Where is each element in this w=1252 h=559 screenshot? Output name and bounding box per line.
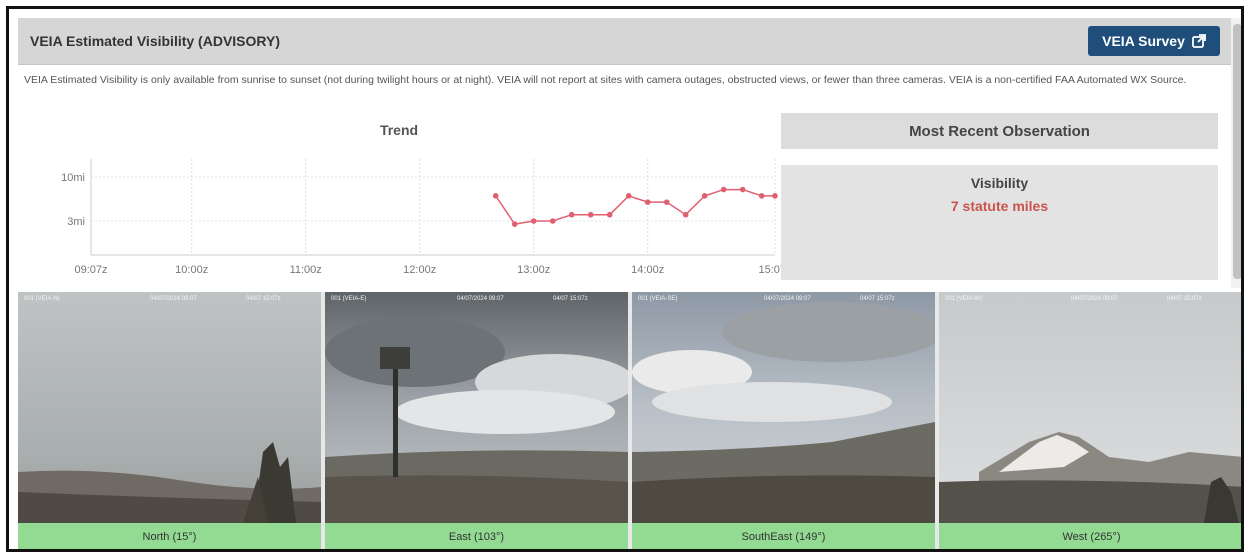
camera-east[interactable]: 001 (VEIA-E) 04/07/2024 09:07 04/07 15:0…	[325, 292, 628, 549]
scrollbar-thumb[interactable]	[1233, 24, 1241, 279]
camera-overlay-right: 04/07 15:07z	[860, 296, 895, 302]
camera-caption: West (265°)	[939, 523, 1241, 549]
camera-overlay-mid: 04/07/2024 09:07	[764, 296, 811, 302]
availability-notice: VEIA Estimated Visibility is only availa…	[24, 74, 1187, 86]
camera-overlay-mid: 04/07/2024 09:07	[150, 296, 197, 302]
x-tick-label: 09:07z	[74, 264, 107, 276]
trend-series-line	[495, 188, 775, 225]
camera-overlay-mid: 04/07/2024 09:07	[457, 296, 504, 302]
trend-data-point	[587, 211, 594, 218]
y-tick-label: 10mi	[61, 172, 85, 184]
trend-data-point	[492, 193, 499, 199]
camera-west-image[interactable]: 001 (VEIA-W) 04/07/2024 09:07 04/07 15:0…	[939, 292, 1241, 523]
camera-overlay-mid: 04/07/2024 09:07	[1071, 296, 1118, 302]
x-tick-label: 13:00z	[517, 264, 550, 276]
veia-survey-button[interactable]: VEIA Survey	[1088, 26, 1220, 56]
camera-strip: 001 (VEIA-N) 04/07/2024 09:07 04/07 15:0…	[18, 292, 1241, 549]
veia-survey-label: VEIA Survey	[1102, 33, 1185, 49]
camera-overlay-right: 04/07 15:07z	[246, 296, 281, 302]
camera-southeast-image[interactable]: 001 (VEIA-SE) 04/07/2024 09:07 04/07 15:…	[632, 292, 935, 523]
visibility-value: 7 statute miles	[950, 198, 1049, 214]
camera-overlay-left: 001 (VEIA-E)	[331, 296, 367, 302]
camera-overlay-left: 001 (VEIA-SE)	[638, 296, 678, 302]
y-tick-label: 3mi	[67, 216, 85, 228]
trend-data-point	[530, 218, 537, 224]
trend-data-point	[682, 211, 689, 218]
camera-overlay-left: 001 (VEIA-W)	[945, 296, 983, 302]
visibility-label: Visibility	[970, 175, 1029, 191]
observation-box: Visibility 7 statute miles	[781, 165, 1218, 280]
trend-chart: 09:07z 10:00z 11:00z 12:00z 13:00z 14:00z 15:0…	[61, 159, 783, 276]
trend-title: Trend	[379, 122, 419, 138]
camera-east-image[interactable]: 001 (VEIA-E) 04/07/2024 09:07 04/07 15:0…	[325, 292, 628, 523]
x-tick-label: 14:00z	[631, 264, 664, 276]
trend-data-point	[568, 211, 575, 218]
x-tick-label: 10:00z	[175, 264, 208, 276]
trend-data-point	[625, 193, 632, 199]
camera-overlay-right: 04/07 15:07z	[1167, 296, 1202, 302]
x-tick-label: 11:00z	[290, 264, 322, 276]
trend-data-point	[663, 199, 670, 205]
most-recent-observation-header: Most Recent Observation	[781, 113, 1218, 149]
external-link-icon	[1191, 34, 1206, 48]
vertical-scrollbar[interactable]	[1231, 18, 1241, 288]
trend-data-point	[511, 221, 518, 227]
trend-data-point	[549, 218, 556, 224]
camera-overlay-right: 04/07 15:07z	[553, 296, 588, 302]
trend-data-point	[772, 193, 778, 199]
camera-north[interactable]: 001 (VEIA-N) 04/07/2024 09:07 04/07 15:0…	[18, 292, 321, 549]
trend-data-point	[739, 186, 746, 193]
camera-overlay-left: 001 (VEIA-N)	[24, 296, 60, 302]
camera-caption: North (15°)	[18, 523, 321, 549]
trend-data-point	[644, 199, 651, 205]
x-tick-label: 15:07z	[758, 264, 783, 276]
trend-data-point	[606, 211, 613, 218]
veia-widget: VEIA Estimated Visibility (ADVISORY) VEI…	[6, 6, 1244, 552]
trend-data-point	[720, 186, 727, 193]
camera-caption: East (103°)	[325, 523, 628, 549]
x-tick-label: 12:00z	[403, 264, 436, 276]
panel-title: VEIA Estimated Visibility (ADVISORY)	[30, 33, 280, 49]
camera-west[interactable]: 001 (VEIA-W) 04/07/2024 09:07 04/07 15:0…	[939, 292, 1241, 549]
trend-data-point	[758, 193, 765, 199]
camera-north-image[interactable]: 001 (VEIA-N) 04/07/2024 09:07 04/07 15:0…	[18, 292, 321, 523]
panel-header: VEIA Estimated Visibility (ADVISORY) VEI…	[18, 18, 1232, 65]
camera-southeast[interactable]: 001 (VEIA-SE) 04/07/2024 09:07 04/07 15:…	[632, 292, 935, 549]
trend-data-point	[701, 193, 708, 199]
camera-caption: SouthEast (149°)	[632, 523, 935, 549]
